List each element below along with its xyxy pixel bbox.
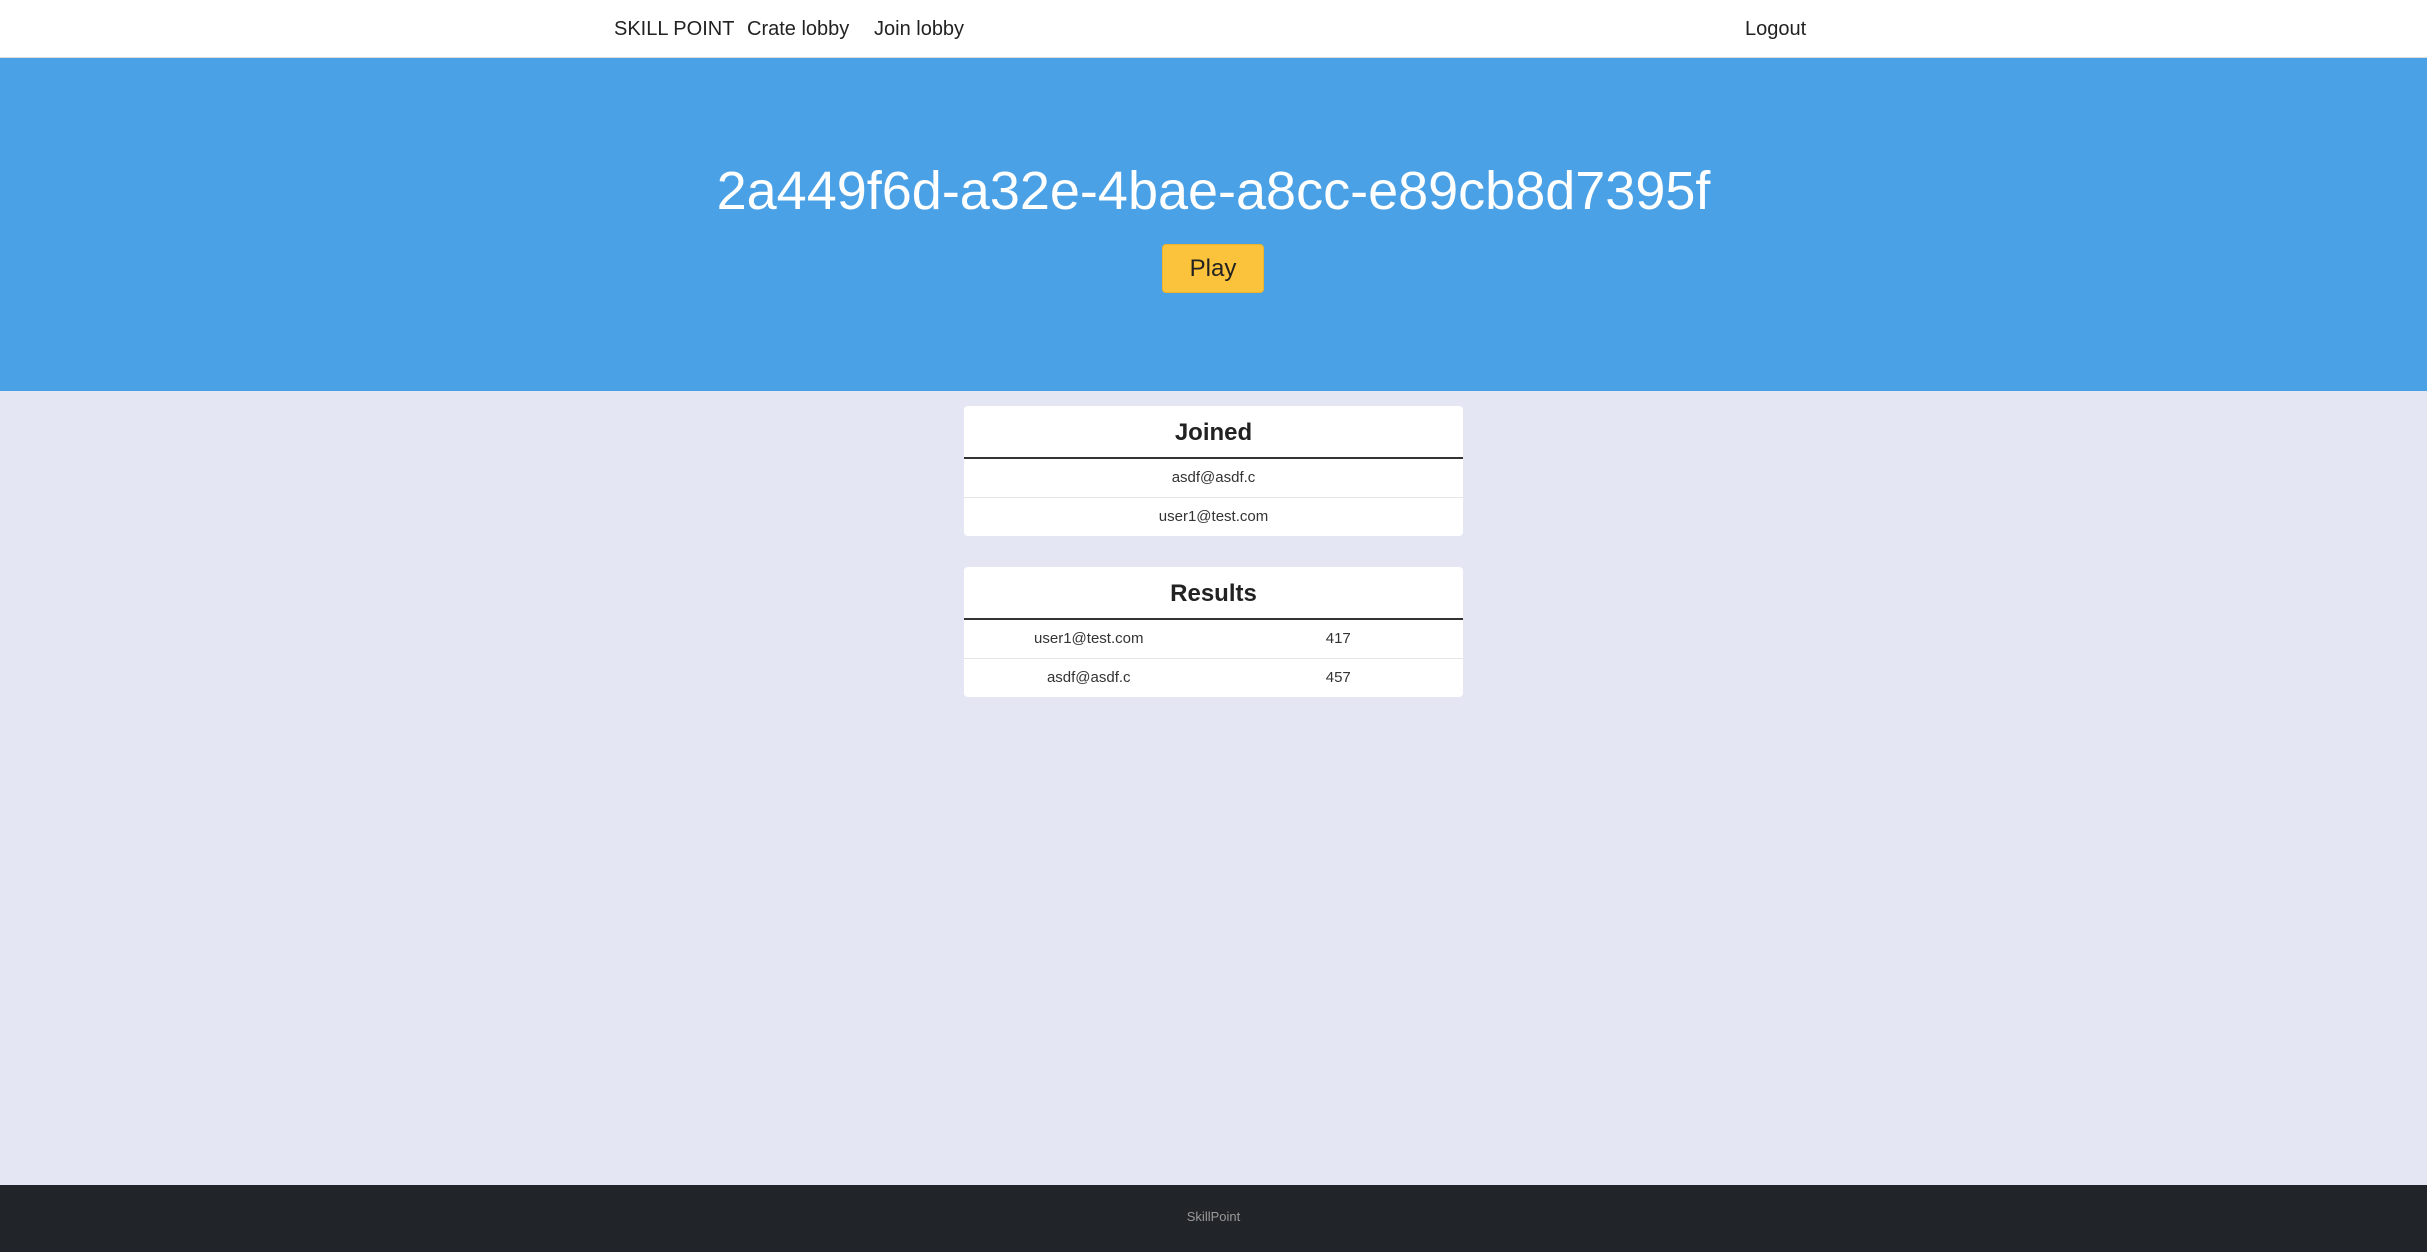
logout-link[interactable]: Logout bbox=[1745, 18, 1806, 41]
footer: SkillPoint bbox=[0, 1185, 2427, 1252]
join-lobby-link[interactable]: Join lobby bbox=[874, 18, 964, 41]
result-user: user1@test.com bbox=[1034, 630, 1144, 647]
hero-banner: 2a449f6d-a32e-4bae-a8cc-e89cb8d7395f Pla… bbox=[0, 58, 2427, 391]
footer-text: SkillPoint bbox=[1186, 1209, 1241, 1224]
lobby-id-title: 2a449f6d-a32e-4bae-a8cc-e89cb8d7395f bbox=[716, 161, 1711, 221]
list-item: asdf@asdf.c bbox=[964, 459, 1463, 498]
results-card: Results user1@test.com 417 asdf@asdf.c 4… bbox=[964, 567, 1463, 697]
table-row: user1@test.com 417 bbox=[964, 620, 1463, 659]
create-lobby-link[interactable]: Crate lobby bbox=[747, 18, 849, 41]
result-user: asdf@asdf.c bbox=[1046, 668, 1131, 686]
result-score: 417 bbox=[1325, 630, 1351, 647]
navbar: SKILL POINT Crate lobby Join lobby Logou… bbox=[0, 0, 2427, 58]
play-button[interactable]: Play bbox=[1162, 244, 1264, 293]
joined-card: Joined asdf@asdf.c user1@test.com bbox=[964, 406, 1463, 536]
list-item: user1@test.com bbox=[964, 498, 1463, 537]
result-score: 457 bbox=[1325, 668, 1351, 686]
joined-card-title: Joined bbox=[964, 406, 1463, 459]
joined-user: user1@test.com bbox=[1158, 507, 1269, 525]
table-row: asdf@asdf.c 457 bbox=[964, 659, 1463, 698]
results-card-title: Results bbox=[964, 567, 1463, 620]
brand-link[interactable]: SKILL POINT bbox=[614, 18, 734, 41]
joined-user: asdf@asdf.c bbox=[1171, 469, 1256, 486]
